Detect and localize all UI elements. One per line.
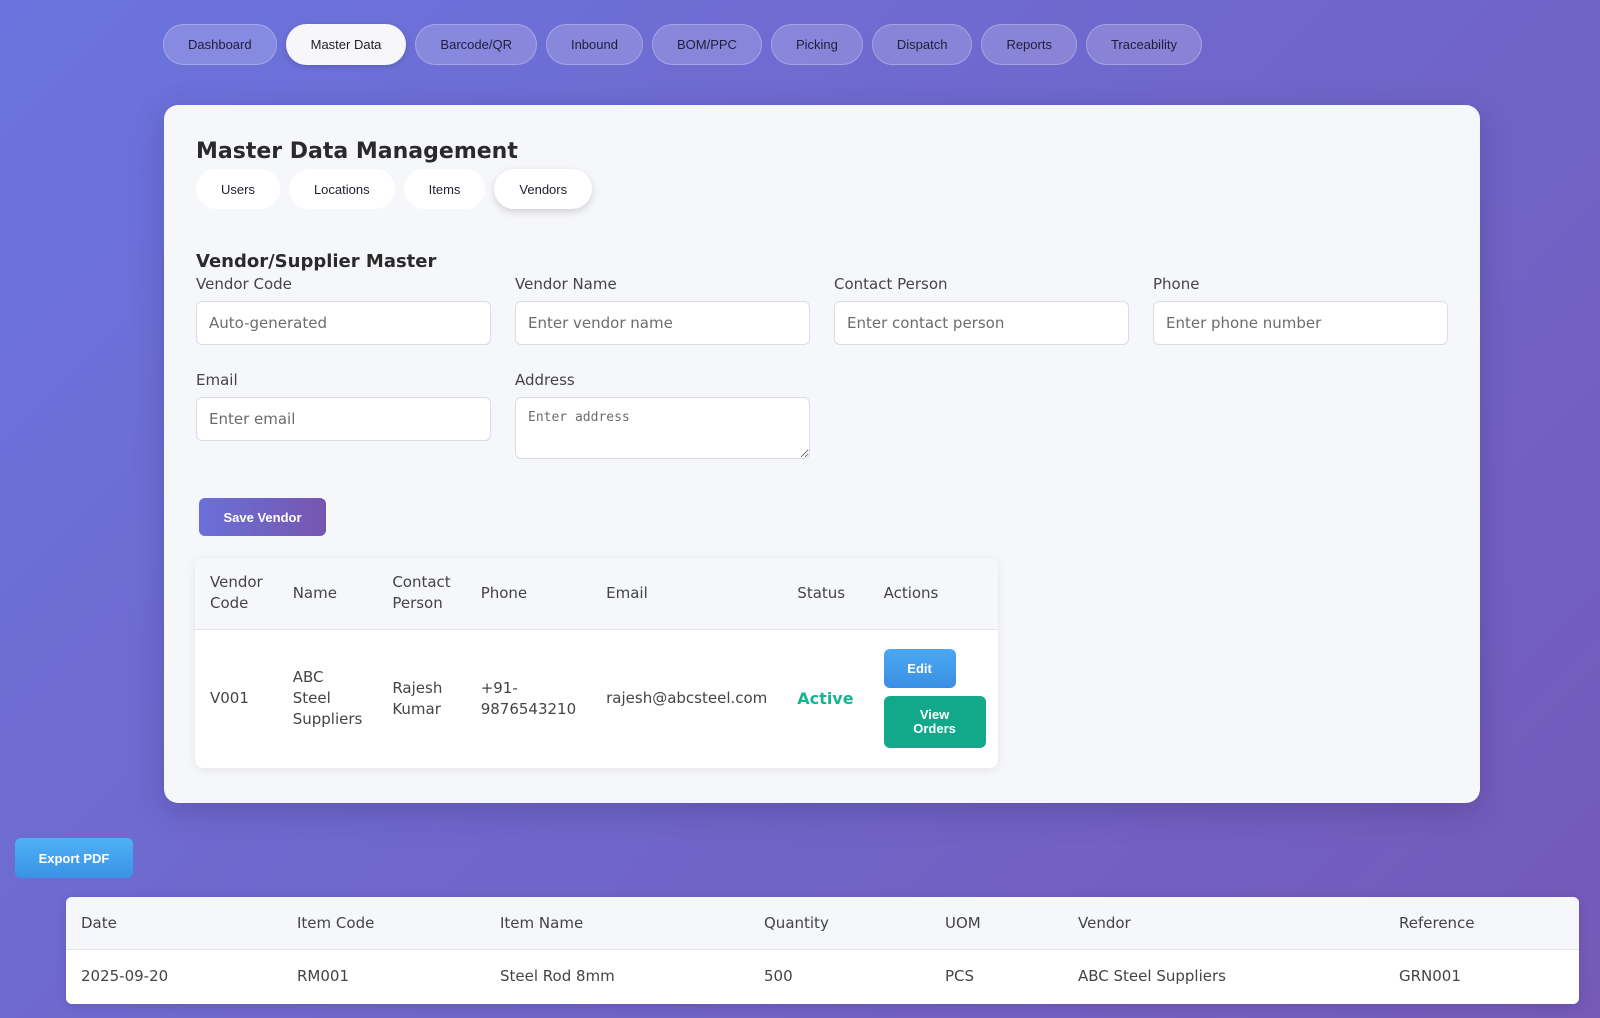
view-orders-button[interactable]: View Orders bbox=[883, 696, 986, 749]
address-field: Address bbox=[515, 371, 810, 463]
report-table: Date Item Code Item Name Quantity UOM Ve… bbox=[66, 897, 1579, 1003]
master-data-card: Master Data Management Users Locations I… bbox=[164, 105, 1480, 803]
top-navigation: Dashboard Master Data Barcode/QR Inbound… bbox=[163, 24, 1202, 65]
subtab-users[interactable]: Users bbox=[196, 169, 280, 209]
vendor-table: Vendor Code Name Contact Person Phone Em… bbox=[195, 558, 998, 768]
cell-uom: PCS bbox=[945, 967, 975, 986]
nav-picking[interactable]: Picking bbox=[770, 24, 863, 65]
cell-quantity: 500 bbox=[764, 967, 793, 986]
master-data-subtabs: Users Locations Items Vendors bbox=[196, 169, 593, 209]
vendor-table-header: Vendor Code Name Contact Person Phone Em… bbox=[195, 558, 998, 629]
cell-item-name: Steel Rod 8mm bbox=[500, 967, 615, 986]
nav-bom-ppc[interactable]: BOM/PPC bbox=[651, 24, 762, 65]
nav-inbound[interactable]: Inbound bbox=[545, 24, 643, 65]
row-actions: Edit View Orders bbox=[883, 649, 986, 749]
cell-actions: Edit View Orders bbox=[869, 629, 998, 768]
contact-person-input[interactable] bbox=[834, 301, 1129, 345]
phone-field: Phone bbox=[1153, 275, 1448, 345]
status-badge: Active bbox=[797, 688, 854, 708]
col-item-code: Item Code bbox=[297, 913, 375, 932]
contact-person-field: Contact Person bbox=[834, 275, 1129, 345]
nav-barcode-qr[interactable]: Barcode/QR bbox=[415, 24, 537, 65]
address-label: Address bbox=[515, 371, 575, 389]
cell-item-code: RM001 bbox=[297, 967, 349, 986]
page-title: Master Data Management bbox=[196, 139, 518, 164]
cell-contact: Rajesh Kumar bbox=[392, 678, 443, 718]
email-field: Email bbox=[196, 371, 491, 441]
vendor-name-field: Vendor Name bbox=[515, 275, 810, 345]
cell-vendor: ABC Steel Suppliers bbox=[1078, 967, 1226, 986]
col-email: Email bbox=[606, 583, 648, 602]
email-label: Email bbox=[196, 371, 238, 389]
col-vendor-code: Vendor Code bbox=[210, 573, 263, 613]
cell-date: 2025-09-20 bbox=[81, 967, 169, 986]
col-phone: Phone bbox=[480, 583, 528, 602]
email-input[interactable] bbox=[196, 397, 491, 441]
table-row: 2025-09-20 RM001 Steel Rod 8mm 500 PCS A… bbox=[66, 949, 1579, 1003]
nav-dashboard[interactable]: Dashboard bbox=[163, 24, 277, 65]
nav-master-data[interactable]: Master Data bbox=[285, 24, 407, 65]
vendor-code-field: Vendor Code bbox=[196, 275, 491, 345]
section-title: Vendor/Supplier Master bbox=[196, 251, 437, 272]
vendor-name-input[interactable] bbox=[515, 301, 810, 345]
phone-label: Phone bbox=[1153, 275, 1200, 293]
nav-dispatch[interactable]: Dispatch bbox=[871, 24, 973, 65]
cell-vendor-code: V001 bbox=[210, 689, 249, 708]
subtab-items[interactable]: Items bbox=[403, 169, 486, 209]
col-reference: Reference bbox=[1399, 913, 1475, 932]
cell-reference: GRN001 bbox=[1399, 967, 1461, 986]
col-contact-person: Contact Person bbox=[392, 573, 451, 613]
col-name: Name bbox=[292, 583, 337, 602]
vendor-name-label: Vendor Name bbox=[515, 275, 617, 293]
vendor-table-container: Vendor Code Name Contact Person Phone Em… bbox=[195, 558, 998, 768]
vendor-code-label: Vendor Code bbox=[196, 275, 292, 293]
col-date: Date bbox=[81, 913, 117, 932]
col-actions: Actions bbox=[883, 583, 939, 602]
contact-person-label: Contact Person bbox=[834, 275, 948, 293]
subtab-locations[interactable]: Locations bbox=[288, 169, 395, 209]
table-row: V001 ABC Steel Suppliers Rajesh Kumar +9… bbox=[195, 629, 998, 768]
col-uom: UOM bbox=[945, 913, 981, 932]
cell-email: rajesh@abcsteel.com bbox=[606, 689, 768, 708]
cell-status: Active bbox=[782, 629, 868, 768]
cell-phone: +91-9876543210 bbox=[480, 678, 577, 718]
nav-reports[interactable]: Reports bbox=[981, 24, 1077, 65]
col-status: Status bbox=[797, 583, 846, 602]
report-table-header: Date Item Code Item Name Quantity UOM Ve… bbox=[66, 897, 1579, 949]
report-table-container: Date Item Code Item Name Quantity UOM Ve… bbox=[66, 897, 1579, 1004]
edit-button[interactable]: Edit bbox=[883, 649, 956, 689]
vendor-code-input[interactable] bbox=[196, 301, 491, 345]
phone-input[interactable] bbox=[1153, 301, 1448, 345]
cell-name: ABC Steel Suppliers bbox=[292, 668, 363, 729]
export-pdf-button[interactable]: Export PDF bbox=[15, 838, 133, 878]
subtab-vendors[interactable]: Vendors bbox=[494, 169, 593, 209]
address-textarea[interactable] bbox=[515, 397, 810, 459]
col-quantity: Quantity bbox=[764, 913, 829, 932]
col-item-name: Item Name bbox=[500, 913, 584, 932]
save-vendor-button[interactable]: Save Vendor bbox=[199, 498, 326, 536]
col-vendor: Vendor bbox=[1078, 913, 1131, 932]
nav-traceability[interactable]: Traceability bbox=[1085, 24, 1202, 65]
